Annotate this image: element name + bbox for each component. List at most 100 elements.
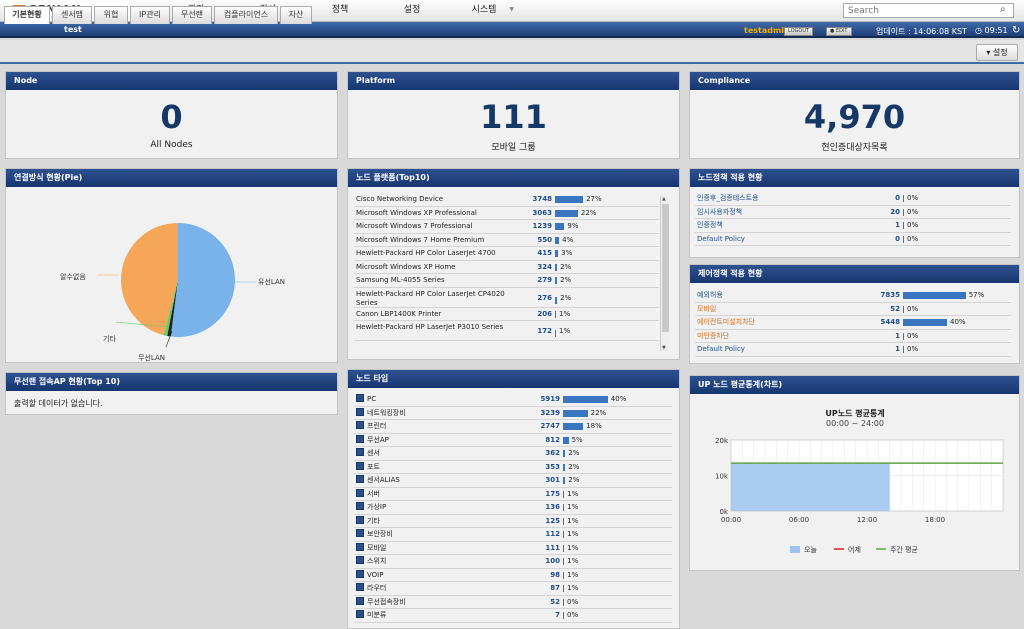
tab-assets[interactable]: 자산 [280,6,312,24]
row-count[interactable]: 1239 [522,220,552,233]
tab-wireless[interactable]: 무선랜 [172,6,212,24]
tab-ip-management[interactable]: IP관리 [130,6,170,24]
admin-username[interactable]: testadmin [744,26,790,35]
row-name[interactable]: VOIP [356,569,383,582]
row-count[interactable]: 52 [530,596,560,609]
row-name[interactable]: Microsoft Windows XP Professional [356,207,477,220]
row-name[interactable]: 미분류 [356,609,386,622]
platform-count[interactable]: 111 [348,98,679,136]
row-name[interactable]: 서버 [356,488,380,501]
row-count[interactable]: 2747 [530,420,560,433]
row-count[interactable]: 550 [522,234,552,247]
tab-overview[interactable]: 기본현황 [4,6,50,24]
row-name[interactable]: 모바일 [356,542,386,555]
row-count[interactable]: 279 [522,274,552,287]
row-name[interactable]: 센서ALIAS [356,474,400,487]
row-name[interactable]: 모바일 [697,303,716,316]
row-name[interactable]: 네트워킹장비 [356,407,406,420]
row-name[interactable]: Microsoft Windows XP Home [356,261,455,274]
search-icon[interactable]: ⌕ [1000,4,1006,15]
row-name[interactable]: 무선AP [356,434,389,447]
row-name[interactable]: 가상IP [356,501,386,514]
refresh-icon[interactable]: ↻ [1012,25,1020,36]
row-count[interactable]: 20 [870,206,900,219]
row-name[interactable]: 예외허용 [697,289,723,302]
legend-yesterday: 어제 [848,545,861,554]
row-name[interactable]: Hewlett-Packard HP LaserJet P3010 Series [356,323,516,332]
row-count[interactable]: 125 [530,515,560,528]
row-count[interactable]: 812 [530,434,560,447]
row-name[interactable]: 에이전트미설치차단 [697,316,755,329]
row-count[interactable]: 5448 [870,316,900,329]
row-name[interactable]: Samsung ML-4055 Series [356,274,445,287]
row-count[interactable]: 3748 [522,193,552,206]
row-name[interactable]: 무선접속장비 [356,596,406,609]
row-name[interactable]: Canon LBP1400K Printer [356,308,441,321]
tab-sensor-map[interactable]: 센서맵 [52,6,92,24]
row-name[interactable]: 인증정책 [697,219,723,232]
row-name[interactable]: 보안장비 [356,528,393,541]
row-count[interactable]: 1 [870,330,900,343]
scrollbar[interactable]: ▲ ▼ [660,196,669,351]
nav-item-settings[interactable]: 설정 [376,0,448,22]
nav-item-policy[interactable]: 정책 [304,0,376,22]
row-name[interactable]: Hewlett-Packard HP Color LaserJet CP4020… [356,290,516,308]
pie-slice[interactable] [170,223,235,337]
scroll-up-icon[interactable]: ▲ [662,196,666,202]
compliance-count[interactable]: 4,970 [690,98,1019,136]
row-count[interactable]: 87 [530,582,560,595]
row-count[interactable]: 3239 [530,407,560,420]
panel-title: 노드 타입 [348,370,679,388]
row-count[interactable]: 353 [530,461,560,474]
scrollbar-thumb[interactable] [662,204,669,332]
row-count[interactable]: 3063 [522,207,552,220]
row-name[interactable]: Microsoft Windows 7 Home Premium [356,234,484,247]
row-count[interactable]: 172 [522,327,552,336]
tab-threat[interactable]: 위협 [94,6,128,24]
row-count[interactable]: 415 [522,247,552,260]
edit-button[interactable]: ● EDIT [826,27,852,36]
row-count[interactable]: 206 [522,308,552,321]
row-count[interactable]: 7 [530,609,560,622]
row-name[interactable]: Hewlett-Packard HP Color LaserJet 4700 [356,247,496,260]
row-count[interactable]: 324 [522,261,552,274]
settings-button[interactable]: ▾ 설정 [976,44,1018,61]
row-count[interactable]: 175 [530,488,560,501]
row-count[interactable]: 52 [870,303,900,316]
row-count[interactable]: 136 [530,501,560,514]
row-name[interactable]: 인증후_검증테스트용 [697,192,758,205]
row-count[interactable]: 0 [870,233,900,246]
row-name[interactable]: Default Policy [697,233,745,246]
row-count[interactable]: 112 [530,528,560,541]
row-count[interactable]: 1 [870,219,900,232]
row-name[interactable]: Cisco Networking Device [356,193,443,206]
row-percent: 22% [580,208,597,217]
row-name[interactable]: 임시사용자정책 [697,206,742,219]
row-count[interactable]: 100 [530,555,560,568]
scroll-down-icon[interactable]: ▼ [662,345,666,351]
tab-compliance[interactable]: 컴플라이언스 [214,6,278,24]
row-name[interactable]: 라우터 [356,582,386,595]
logout-button[interactable]: LOGOUT [784,27,814,36]
nav-item-system[interactable]: 시스템 ▼ [448,0,520,22]
node-count[interactable]: 0 [6,98,337,136]
row-name[interactable]: PC [356,393,376,406]
row-count[interactable]: 301 [530,474,560,487]
row-count[interactable]: 111 [530,542,560,555]
row-count[interactable]: 276 [522,294,552,303]
row-count[interactable]: 0 [870,192,900,205]
row-name[interactable]: 센서 [356,447,380,460]
row-count[interactable]: 98 [530,569,560,582]
row-count[interactable]: 1 [870,343,900,356]
search-input[interactable] [843,3,1014,18]
row-count[interactable]: 7835 [870,289,900,302]
row-name[interactable]: 포트 [356,461,380,474]
row-name[interactable]: 기타 [356,515,380,528]
row-name[interactable]: 스위치 [356,555,386,568]
row-count[interactable]: 362 [530,447,560,460]
row-name[interactable]: Default Policy [697,343,745,356]
row-name[interactable]: 프린터 [356,420,386,433]
row-name[interactable]: 미인증차단 [697,330,729,343]
row-name[interactable]: Microsoft Windows 7 Professional [356,220,472,233]
row-count[interactable]: 5919 [530,393,560,406]
